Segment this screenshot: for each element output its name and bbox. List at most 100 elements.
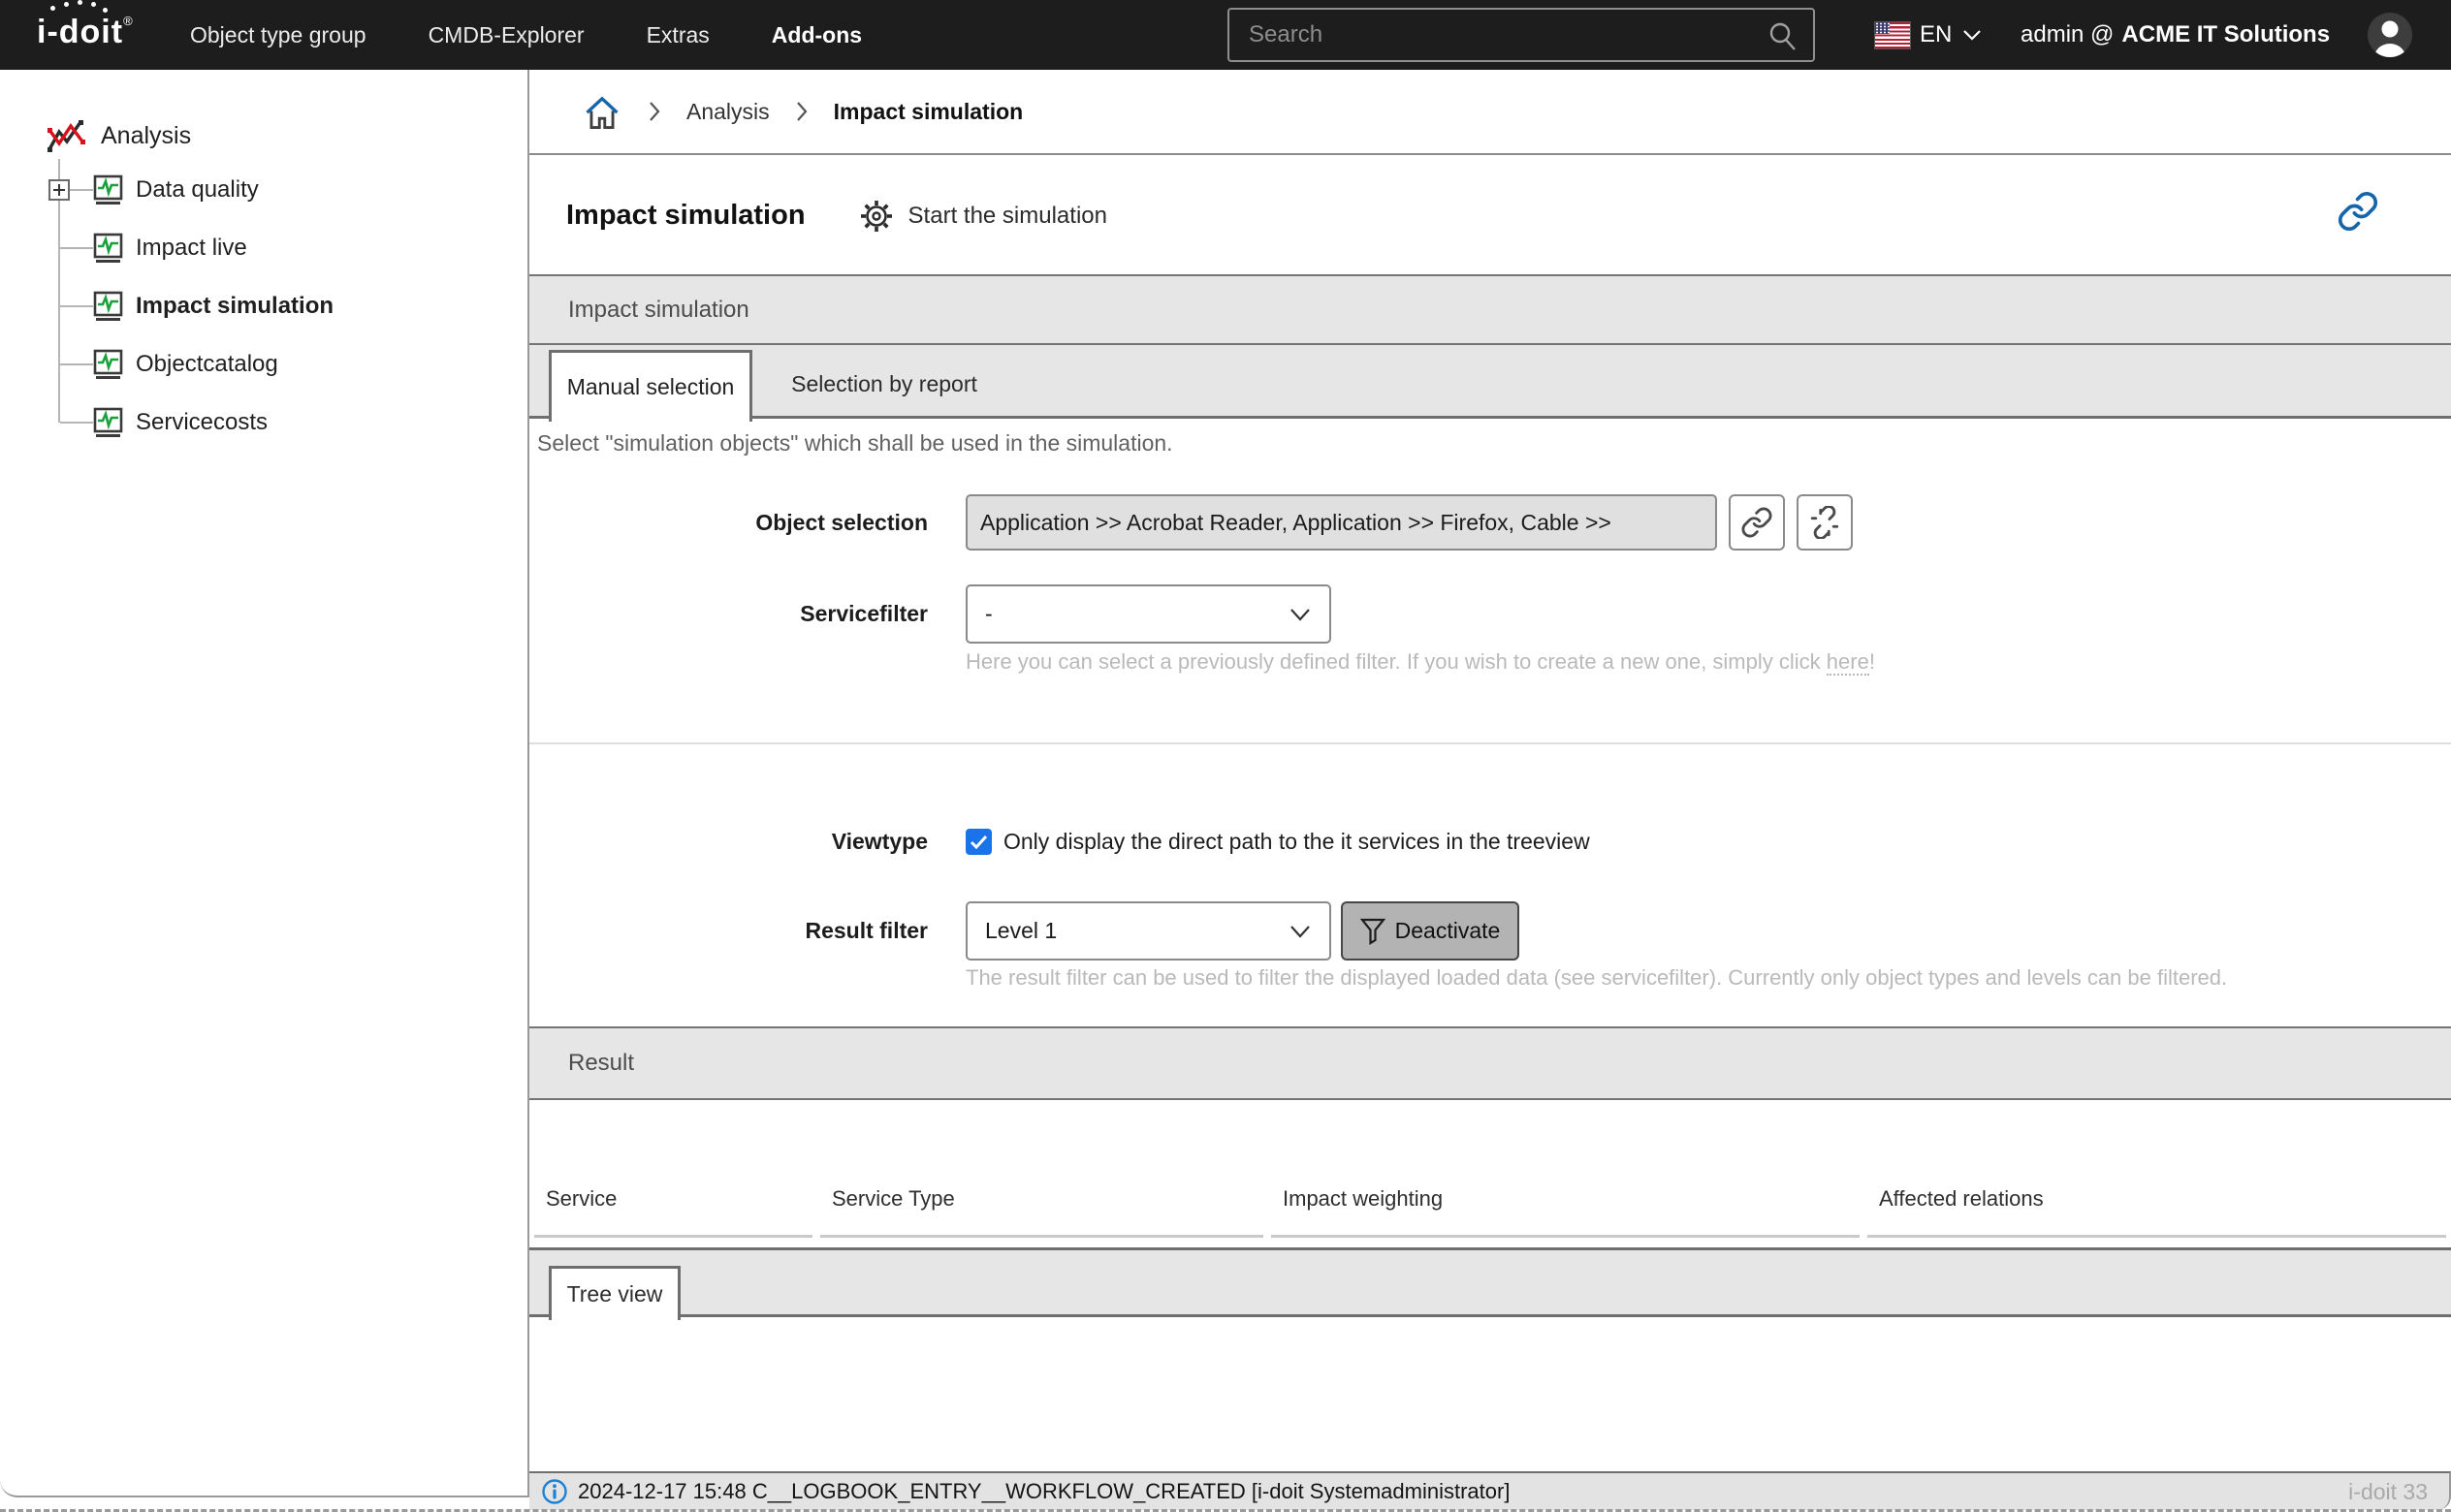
object-selection-value: Application >> Acrobat Reader, Applicati… [980,510,1611,536]
form-description: Select "simulation objects" which shall … [537,430,1173,457]
result-table-header: Service Service Type Impact weighting Af… [534,1163,2446,1238]
analysis-icon [45,116,89,155]
column-service: Service [534,1163,812,1238]
filter-icon [1360,918,1385,945]
sidebar-item-impact-live[interactable]: Impact live [0,227,524,269]
start-simulation-label: Start the simulation [908,203,1107,230]
column-impact-weighting: Impact weighting [1271,1163,1860,1238]
user-menu[interactable]: admin @ ACME IT Solutions [2021,0,2330,70]
sidebar-item-analysis[interactable]: Analysis [45,114,191,157]
breadcrumb-analysis[interactable]: Analysis [686,99,770,125]
servicefilter-help-text: Here you can select a previously defined… [966,649,1827,674]
nav-cmdb-explorer[interactable]: CMDB-Explorer [429,22,585,48]
sidebar-item-label: Servicecosts [136,401,268,444]
result-filter-label: Result filter [529,901,928,961]
sidebar-item-label: Impact live [136,227,247,269]
info-icon [541,1478,568,1505]
page-title: Impact simulation [566,200,806,232]
viewtype-checkbox[interactable] [966,829,992,855]
language-selector[interactable]: EN [1875,0,1983,70]
avatar-icon[interactable] [2368,13,2412,57]
status-message: 2024-12-17 15:48 C__LOGBOOK_ENTRY__WORKF… [578,1479,1510,1504]
result-filter-value: Level 1 [985,918,1057,944]
section-divider [529,742,2451,744]
status-bar: 2024-12-17 15:48 C__LOGBOOK_ENTRY__WORKF… [529,1471,2451,1510]
language-code: EN [1920,21,1952,48]
link-icon [1740,506,1773,539]
nav-add-ons[interactable]: Add-ons [772,22,862,48]
tab-manual-selection[interactable]: Manual selection [549,350,752,422]
gear-icon [858,198,895,235]
version-label: i-doit 33 [2348,1479,2428,1505]
flag-icon [1875,22,1910,48]
logo-dots-icon [50,6,55,11]
nav-object-type-group[interactable]: Object type group [190,22,366,48]
servicefilter-help: Here you can select a previously defined… [966,649,1875,675]
tenant-name: ACME IT Solutions [2121,21,2330,48]
tree-view-tabstrip: Tree view [529,1247,2451,1317]
servicefilter-select[interactable]: - [966,584,1331,644]
select-chevron-icon [1289,924,1312,939]
breadcrumb-chevron-icon [648,101,661,122]
section-result: Result [529,1026,2451,1100]
result-filter-help: The result filter can be used to filter … [966,965,2227,991]
idoit-logo[interactable]: i-doit® [37,14,134,51]
sidebar-item-objectcatalog[interactable]: Objectcatalog [0,343,524,386]
object-selection-row: Object selection Application >> Acrobat … [529,494,2451,551]
sidebar-item-label: Objectcatalog [136,343,278,386]
attach-objects-button[interactable] [1729,494,1785,551]
link-icon [2337,190,2379,233]
tab-tree-view[interactable]: Tree view [549,1266,681,1320]
tree-branch-line [60,305,93,307]
sidebar-item-servicecosts[interactable]: Servicecosts [0,401,524,444]
deactivate-button[interactable]: Deactivate [1341,901,1519,961]
sidebar-item-data-quality[interactable]: Data quality [0,169,524,211]
tree-branch-line [60,363,93,365]
user-prefix: admin @ [2021,21,2114,48]
section-title: Impact simulation [568,297,749,324]
breadcrumb: Analysis Impact simulation [529,70,2451,155]
result-filter-select[interactable]: Level 1 [966,901,1331,961]
deactivate-label: Deactivate [1395,918,1501,944]
main-content: Analysis Impact simulation Impact simula… [529,70,2451,1512]
search-input[interactable] [1229,10,1813,60]
viewtype-option-label[interactable]: Only display the direct path to the it s… [1003,825,1590,858]
viewtype-row: Viewtype Only display the direct path to… [529,825,2451,858]
checkbox-check-icon [970,835,988,849]
section-impact-simulation: Impact simulation [529,274,2451,345]
expand-icon[interactable] [48,179,70,201]
object-selection-label: Object selection [529,494,928,551]
tree-branch-line [60,422,93,424]
nav-extras[interactable]: Extras [647,22,710,48]
selection-tabstrip: Manual selection Selection by report [529,345,2451,419]
topbar: i-doit® Object type group CMDB-Explorer … [0,0,2451,70]
sidebar-item-label: Data quality [136,169,259,211]
start-simulation-button[interactable]: Start the simulation [858,198,1107,235]
breadcrumb-impact-simulation: Impact simulation [834,99,1024,125]
report-icon [93,174,123,205]
servicefilter-label: Servicefilter [529,584,928,644]
report-icon [93,291,123,322]
home-icon[interactable] [582,91,622,132]
sidebar-item-impact-simulation[interactable]: Impact simulation [0,285,524,328]
servicefilter-help-suffix: ! [1869,649,1875,674]
result-filter-row: Result filter Level 1 Deactivate [529,901,2451,961]
viewtype-label: Viewtype [529,825,928,858]
object-selection-field[interactable]: Application >> Acrobat Reader, Applicati… [966,494,1717,551]
report-icon [93,407,123,438]
search-icon[interactable] [1767,20,1799,53]
logo-text: i-doit [37,14,123,50]
chevron-down-icon [1961,28,1983,42]
tab-selection-by-report[interactable]: Selection by report [768,350,1001,419]
sidebar: Analysis Data quality [0,70,529,1497]
permalink-button[interactable] [2337,190,2379,233]
tree-branch-line [60,247,93,249]
create-filter-link[interactable]: here [1827,649,1869,676]
app-window: i-doit® Object type group CMDB-Explorer … [0,0,2451,1512]
sidebar-item-label: Impact simulation [136,285,334,328]
detach-objects-button[interactable] [1797,494,1853,551]
sidebar-item-label: Analysis [101,122,191,150]
top-navigation: Object type group CMDB-Explorer Extras A… [190,0,862,70]
page-header: Impact simulation Start the simulation [529,155,2451,276]
column-service-type: Service Type [820,1163,1263,1238]
